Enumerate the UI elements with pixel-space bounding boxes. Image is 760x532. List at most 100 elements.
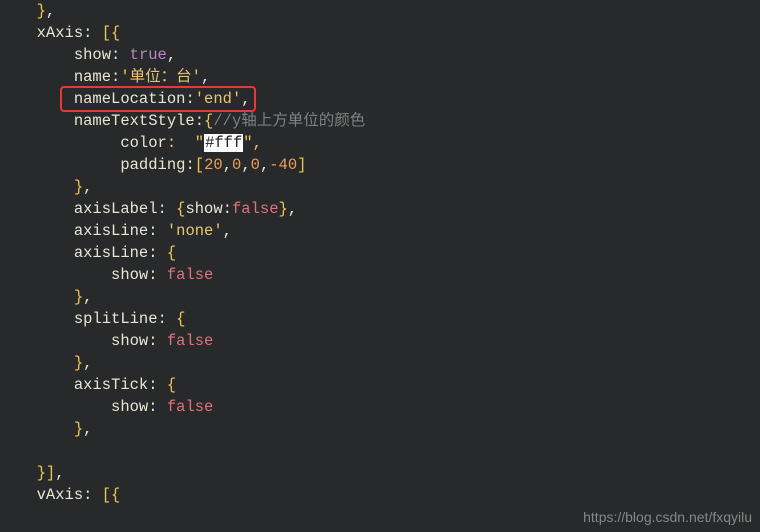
prop-xAxis: xAxis — [37, 24, 84, 42]
brace: } — [74, 288, 83, 306]
colon: : — [148, 266, 167, 284]
colon: : — [111, 68, 120, 86]
line: axisLine: { — [18, 244, 176, 262]
brace: } — [279, 200, 288, 218]
comma: , — [55, 464, 64, 482]
comment: //y轴上方单位的颜色 — [213, 112, 365, 130]
line: }, — [18, 354, 92, 372]
comma: , — [201, 68, 210, 86]
colon: : — [148, 222, 167, 240]
val-string: 'end' — [195, 90, 242, 108]
colon: : — [223, 200, 232, 218]
val-string: '单位：台' — [120, 68, 201, 86]
prop-splitLine: splitLine — [74, 310, 158, 328]
bracket: [{ — [102, 486, 121, 504]
prop-axisLabel: axisLabel — [74, 200, 158, 218]
comma: , — [223, 222, 232, 240]
line: }, — [18, 420, 92, 438]
val-false: false — [167, 398, 214, 416]
line: }, — [18, 2, 55, 20]
comma: , — [83, 178, 92, 196]
line: nameTextStyle:{//y轴上方单位的颜色 — [18, 112, 365, 130]
line: axisLabel: {show:false}, — [18, 200, 297, 218]
line: axisTick: { — [18, 376, 176, 394]
colon: : — [158, 200, 177, 218]
line: color: "#fff", — [18, 134, 262, 152]
val-true: true — [130, 46, 167, 64]
colon: : — [148, 376, 167, 394]
brace: } — [37, 2, 46, 20]
line: show: false — [18, 266, 213, 284]
comma: , — [167, 46, 176, 64]
line: vAxis: [{ — [18, 486, 120, 504]
prop-nameLocation: nameLocation — [74, 90, 186, 108]
watermark: https://blog.csdn.net/fxqyilu — [583, 506, 752, 528]
comma: , — [241, 156, 250, 174]
comma: , — [223, 156, 232, 174]
colon: : — [83, 24, 102, 42]
line: show: false — [18, 398, 213, 416]
brace: { — [204, 112, 213, 130]
brace: { — [167, 376, 176, 394]
brace: { — [167, 244, 176, 262]
colon: : — [148, 398, 167, 416]
prop-name: name — [74, 68, 111, 86]
number: 0 — [251, 156, 260, 174]
comma: , — [46, 2, 55, 20]
bracket: [ — [195, 156, 204, 174]
prop-axisTick: axisTick — [74, 376, 148, 394]
bracket-brace: }] — [37, 464, 56, 482]
quote-close: ", — [243, 134, 262, 152]
highlighted-value: #fff — [204, 134, 243, 152]
number: 20 — [204, 156, 223, 174]
val-false: false — [167, 332, 214, 350]
val-string: 'none' — [167, 222, 223, 240]
prop-show: show — [111, 332, 148, 350]
colon: : — [83, 486, 102, 504]
brace: { — [176, 310, 185, 328]
colon: : — [111, 46, 130, 64]
prop-color: color — [120, 134, 167, 152]
comma: , — [288, 200, 297, 218]
bracket: ] — [297, 156, 306, 174]
colon: : — [148, 332, 167, 350]
prop-show: show — [74, 46, 111, 64]
brace: } — [74, 178, 83, 196]
prop-show: show — [185, 200, 222, 218]
line: }, — [18, 288, 92, 306]
bracket: [{ — [102, 24, 121, 42]
line: }, — [18, 178, 92, 196]
prop-axisLine: axisLine — [74, 222, 148, 240]
prop-vAxis: vAxis — [37, 486, 84, 504]
colon: : — [185, 90, 194, 108]
colon: : — [185, 156, 194, 174]
line: xAxis: [{ — [18, 24, 120, 42]
colon: : — [195, 112, 204, 130]
line: show: false — [18, 332, 213, 350]
prop-padding: padding — [120, 156, 185, 174]
prop-nameTextStyle: nameTextStyle — [74, 112, 195, 130]
quote-open: : " — [167, 134, 204, 152]
comma: , — [241, 90, 250, 108]
line: show: true, — [18, 46, 176, 64]
code-block: }, xAxis: [{ show: true, name:'单位：台', na… — [0, 0, 760, 506]
comma: , — [260, 156, 269, 174]
brace: } — [74, 354, 83, 372]
number: 0 — [232, 156, 241, 174]
prop-show: show — [111, 266, 148, 284]
comma: , — [83, 288, 92, 306]
comma: , — [83, 420, 92, 438]
comma: , — [83, 354, 92, 372]
prop-axisLine: axisLine — [74, 244, 148, 262]
line: name:'单位：台', — [18, 68, 210, 86]
brace: } — [74, 420, 83, 438]
line: nameLocation:'end', — [18, 90, 251, 108]
line: axisLine: 'none', — [18, 222, 232, 240]
val-false: false — [232, 200, 279, 218]
colon: : — [148, 244, 167, 262]
line: splitLine: { — [18, 310, 185, 328]
line: }], — [18, 464, 65, 482]
line: padding:[20,0,0,-40] — [18, 156, 306, 174]
val-false: false — [167, 266, 214, 284]
colon: : — [158, 310, 177, 328]
